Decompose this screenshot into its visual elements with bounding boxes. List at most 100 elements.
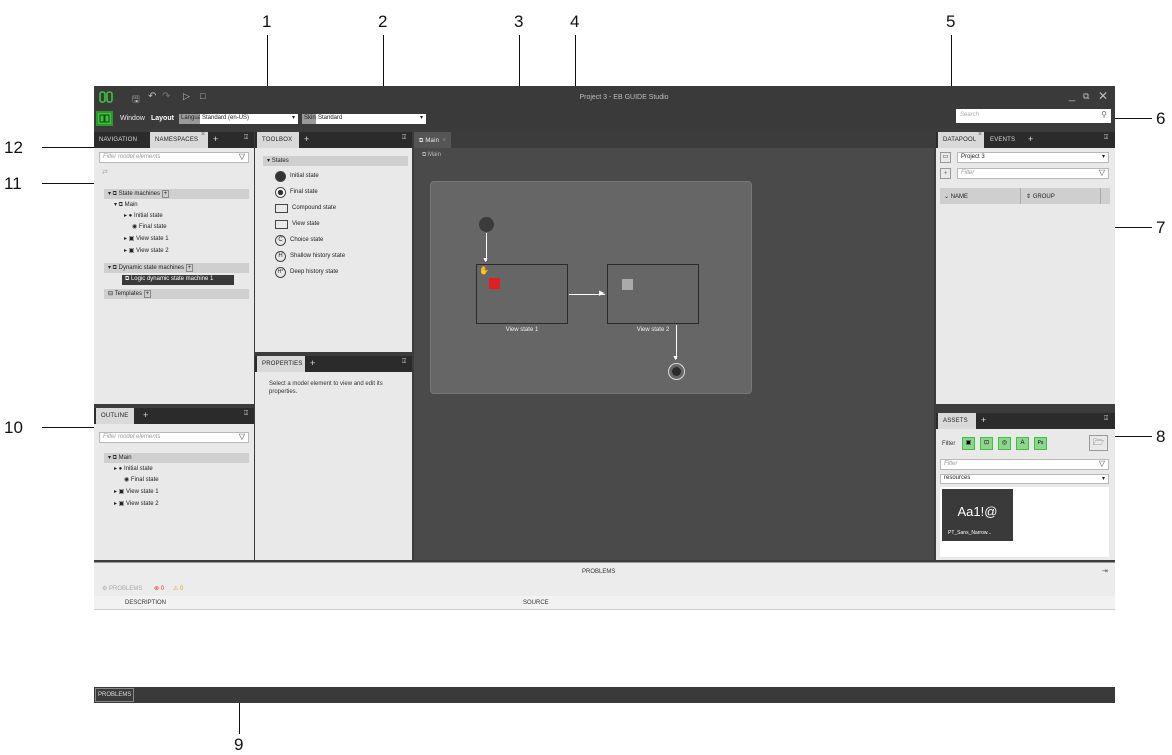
tree-templates[interactable]: ⊟ Templates +	[104, 289, 249, 299]
redo-icon[interactable]: ↷	[162, 91, 170, 102]
toolbox-deep-history-state[interactable]: H* Deep history state	[275, 265, 338, 279]
add-tab-icon[interactable]: +	[981, 415, 986, 425]
toolbox-initial-state[interactable]: Initial state	[275, 169, 319, 183]
close-tab-icon[interactable]: ×	[978, 131, 982, 138]
language-select[interactable]: Standard (en-US) ▾	[200, 114, 298, 124]
assets-folder-select[interactable]: resources ▾	[940, 474, 1109, 484]
tree-view-state-1[interactable]: ▸ ▣ View state 1	[124, 235, 169, 245]
undo-icon[interactable]: ↶	[148, 91, 156, 102]
menu-layout[interactable]: Layout	[151, 115, 174, 122]
assets-filter-input[interactable]: Filter ▽	[940, 459, 1109, 470]
project-select[interactable]: Project 3 ▾	[957, 152, 1109, 163]
pin-icon[interactable]: ⍗	[1104, 415, 1108, 423]
toolbox-section-states[interactable]: ▾ States	[263, 156, 408, 166]
tab-navigation[interactable]: NAVIGATION	[94, 132, 142, 148]
outline-filter-input[interactable]: Filter model elements ▽	[99, 432, 249, 443]
add-tab-icon[interactable]: +	[213, 134, 218, 144]
final-state-node[interactable]	[668, 363, 685, 380]
tab-main[interactable]: ⧉ Main ×	[414, 132, 452, 148]
arrow-head-icon: ▶	[599, 290, 605, 297]
outline-final-state[interactable]: ◉ Final state	[124, 476, 159, 486]
outline-initial-state[interactable]: ▸ ● Initial state	[114, 465, 153, 475]
tree-final-state[interactable]: ◉ Final state	[132, 223, 167, 233]
error-count[interactable]: ⊗ 0	[154, 585, 164, 592]
tab-toolbox[interactable]: TOOLBOX	[257, 132, 299, 148]
pin-icon[interactable]: ⍗	[244, 134, 248, 142]
tab-namespaces[interactable]: NAMESPACES	[150, 132, 208, 148]
column-group[interactable]: ⇕ GROUP	[1026, 193, 1055, 200]
chevron-down-icon: ▾	[419, 115, 423, 121]
mesh-filter-icon[interactable]: ◎	[998, 437, 1011, 450]
menu-window[interactable]: Window	[120, 115, 145, 122]
restore-icon[interactable]: ⧉	[1083, 91, 1089, 102]
column-description[interactable]: DESCRIPTION	[125, 600, 166, 606]
window-title: Project 3 - EB GUIDE Studio	[579, 94, 669, 101]
folder-icon[interactable]: ▭	[940, 152, 951, 163]
minimize-icon[interactable]: _	[1069, 90, 1075, 102]
filter-icon: ▽	[1098, 168, 1105, 177]
tree-main[interactable]: ▾ ⧉ Main	[114, 201, 138, 211]
tab-events[interactable]: EVENTS	[985, 132, 1020, 148]
tree-view-state-2[interactable]: ▸ ▣ View state 2	[124, 247, 169, 257]
add-tab-icon[interactable]: +	[310, 358, 315, 368]
font-filter-icon[interactable]: A	[1016, 437, 1029, 450]
tree-dynamic-state-machines[interactable]: ▾ ⧉ Dynamic state machines +	[104, 263, 249, 273]
tree-logic-dsm[interactable]: ⧉ Logic dynamic state machine 1	[122, 275, 234, 285]
namespaces-filter-input[interactable]: Filter model elements ▽	[99, 152, 249, 163]
tab-assets[interactable]: ASSETS	[938, 413, 976, 429]
save-icon[interactable]: 🖫	[132, 92, 140, 108]
toolbox-view-state[interactable]: View state	[275, 217, 320, 231]
datapool-filter-input[interactable]: Filter ▽	[957, 168, 1109, 179]
add-tab-icon[interactable]: +	[1028, 134, 1033, 144]
callout-11: 11	[4, 174, 22, 193]
close-tab-icon[interactable]: ×	[201, 131, 205, 138]
tree-state-machines[interactable]: ▾ ⧉ State machines +	[104, 189, 249, 199]
ninepatch-filter-icon[interactable]: ⊡	[980, 437, 993, 450]
pin-icon[interactable]: ⍗	[402, 358, 406, 366]
toolbox-choice-state[interactable]: C Choice state	[275, 233, 323, 247]
transition-arrow[interactable]	[676, 325, 677, 359]
pin-icon[interactable]: ⍗	[402, 134, 406, 142]
problems-toolbar-label[interactable]: ⚙ PROBLEMS	[102, 585, 142, 592]
view-state-2-node[interactable]	[607, 264, 699, 324]
add-tab-icon[interactable]: +	[304, 134, 309, 144]
close-icon[interactable]: ✕	[1098, 89, 1108, 103]
tree-initial-state[interactable]: ▸ ● Initial state	[124, 212, 163, 222]
toolbox-final-state[interactable]: Final state	[275, 185, 318, 199]
column-name[interactable]: ⌄ NAME	[944, 193, 968, 200]
column-source[interactable]: SOURCE	[523, 600, 549, 606]
skin-value: Standard	[318, 115, 343, 121]
play-icon[interactable]: ▷	[183, 91, 190, 102]
callout-7: 7	[1156, 218, 1166, 237]
open-folder-icon[interactable]: 🗁	[1089, 435, 1108, 451]
properties-tabbar: PROPERTIES + ⍗	[255, 356, 412, 372]
tab-problems-bottom[interactable]: PROBLEMS	[95, 688, 135, 702]
tab-properties[interactable]: PROPERTIES	[257, 356, 305, 372]
pin-icon[interactable]: ⍗	[1104, 134, 1108, 142]
image-filter-icon[interactable]: ▣	[962, 437, 975, 450]
outline-main[interactable]: ▾ ⧉ Main	[104, 453, 249, 463]
stop-icon[interactable]: □	[200, 91, 205, 101]
state-machine-canvas[interactable]: ▼ ✋ View state 1 ▶ View state 2 ▼	[430, 181, 752, 394]
view-state-1-node[interactable]: ✋	[476, 264, 568, 324]
asset-tile[interactable]: Aa1!@ PT_Sans_Narrow...	[942, 489, 1013, 541]
psd-filter-icon[interactable]: Ps	[1034, 437, 1047, 450]
sync-icon[interactable]: ⇄	[102, 168, 108, 176]
project-menu-button[interactable]	[96, 111, 113, 126]
callout-4: 4	[570, 12, 580, 31]
add-entry-icon[interactable]: +	[940, 168, 951, 179]
warning-count[interactable]: ⚠ 0	[173, 585, 183, 592]
tab-outline[interactable]: OUTLINE	[96, 408, 134, 424]
toolbox-compound-state[interactable]: Compound state	[275, 201, 336, 215]
skin-select[interactable]: Standard ▾	[316, 114, 426, 124]
editor-breadcrumb[interactable]: ⧉ Main	[422, 152, 441, 159]
outline-view-state-2[interactable]: ▸ ▣ View state 2	[114, 500, 159, 510]
compound-state-icon	[275, 203, 288, 213]
search-input[interactable]: Search ⚲	[956, 109, 1111, 123]
dock-icon[interactable]: ⇥	[1102, 567, 1108, 575]
toolbox-shallow-history-state[interactable]: H Shallow history state	[275, 249, 345, 263]
initial-state-node[interactable]	[479, 217, 494, 232]
add-tab-icon[interactable]: +	[143, 410, 148, 420]
outline-view-state-1[interactable]: ▸ ▣ View state 1	[114, 488, 159, 498]
pin-icon[interactable]: ⍗	[244, 410, 248, 418]
